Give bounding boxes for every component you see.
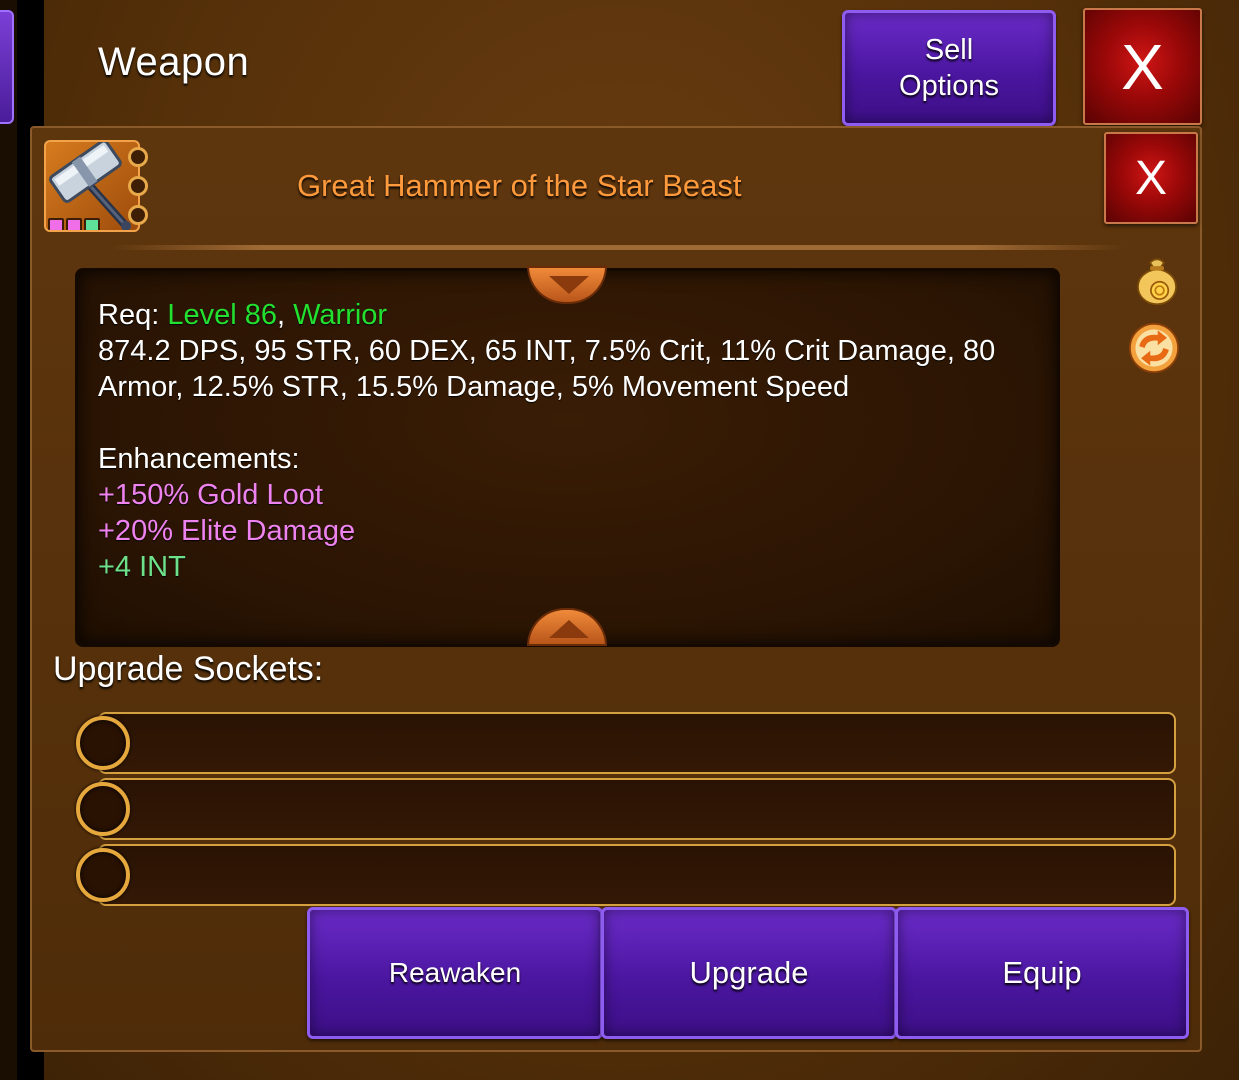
requirement-prefix: Req: [98,299,168,331]
close-icon: X [1121,30,1164,103]
upgrade-socket-slot-2[interactable] [98,778,1176,840]
gem-pink-1 [48,218,64,230]
sell-options-line2: Options [899,70,999,102]
requirement-line: Req: Level 86, Warrior [98,297,1048,333]
close-window-button[interactable]: X [1083,8,1202,125]
requirement-class: Warrior [293,299,388,331]
upgrade-socket-slot-3[interactable] [98,844,1176,906]
upgrade-sockets-label: Upgrade Sockets: [53,650,324,688]
enhancement-int: +4 INT [98,551,186,583]
header-divider [110,245,1125,250]
close-icon: X [1134,151,1167,205]
enhancement-elite-damage: +20% Elite Damage [98,515,356,547]
requirement-separator: , [276,299,294,331]
socket-ring-icon [76,848,130,902]
gold-bag-icon[interactable] [1131,254,1183,306]
upgrade-label: Upgrade [689,955,809,990]
item-name: Great Hammer of the Star Beast [297,168,742,203]
socket-ring-icon [76,716,130,770]
item-socket-indicator-1 [128,147,148,167]
item-socket-indicator-2 [128,176,148,196]
gem-pink-2 [66,218,82,230]
equip-button[interactable]: Equip [895,907,1189,1039]
side-tab[interactable] [0,10,14,124]
cycle-arrows-icon[interactable] [1128,322,1180,374]
sell-options-line1: Sell [924,34,974,66]
item-thumbnail[interactable] [44,140,140,232]
equip-label: Equip [1002,955,1082,990]
reawaken-button[interactable]: Reawaken [307,907,603,1039]
enhancements-label: Enhancements: [98,443,300,475]
chevron-down-icon [549,276,589,294]
requirement-level: Level 86 [167,299,277,331]
item-stats-text: Req: Level 86, Warrior 874.2 DPS, 95 STR… [98,297,1048,585]
close-item-button[interactable]: X [1104,132,1198,224]
page-title: Weapon [98,40,250,84]
socket-ring-icon [76,782,130,836]
enhancement-gold-loot: +150% Gold Loot [98,479,323,511]
sell-options-button[interactable]: Sell Options [842,10,1056,126]
chevron-up-icon [549,620,589,638]
reawaken-label: Reawaken [388,957,522,988]
stats-line: 874.2 DPS, 95 STR, 60 DEX, 65 INT, 7.5% … [98,335,996,403]
upgrade-button[interactable]: Upgrade [601,907,897,1039]
item-socket-indicator-3 [128,205,148,225]
upgrade-socket-slot-1[interactable] [98,712,1176,774]
gem-green [84,218,100,230]
